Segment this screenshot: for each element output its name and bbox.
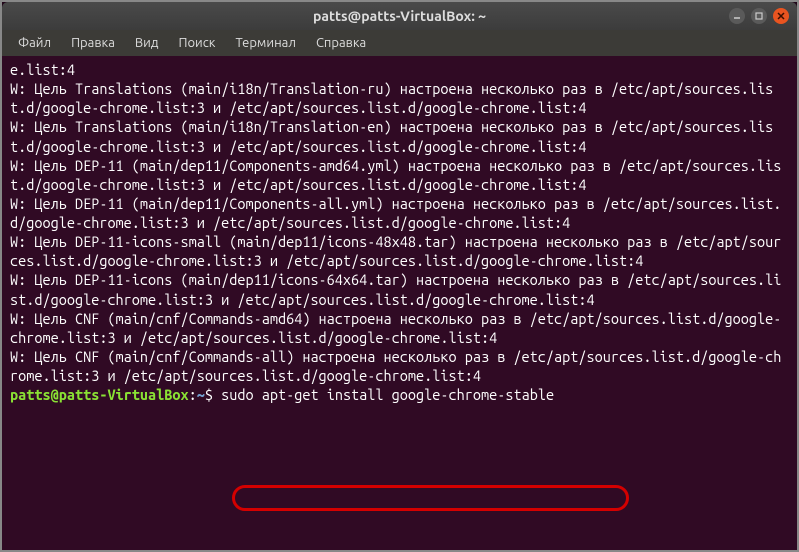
maximize-button[interactable] <box>751 8 767 24</box>
prompt-line: patts@patts-VirtualBox:~$ sudo apt-get i… <box>10 386 554 403</box>
prompt-user: patts@patts-VirtualBox <box>10 386 189 403</box>
menu-help[interactable]: Справка <box>308 33 374 53</box>
command-input: sudo apt-get install google-chrome-stabl… <box>221 386 554 403</box>
prompt-path: ~ <box>197 386 205 403</box>
minimize-button[interactable] <box>729 8 745 24</box>
menubar: Файл Правка Вид Поиск Терминал Справка <box>2 30 797 56</box>
window-title: patts@patts-VirtualBox: ~ <box>2 8 797 24</box>
titlebar: patts@patts-VirtualBox: ~ <box>2 2 797 30</box>
terminal-content[interactable]: e.list:4 W: Цель Translations (main/i18n… <box>2 56 797 550</box>
menu-search[interactable]: Поиск <box>170 33 223 53</box>
prompt-colon: : <box>189 386 197 403</box>
menu-terminal[interactable]: Терминал <box>227 33 303 53</box>
prompt-symbol: $ <box>205 386 213 403</box>
terminal-output: e.list:4 W: Цель Translations (main/i18n… <box>10 61 781 384</box>
menu-edit[interactable]: Правка <box>63 33 123 53</box>
close-button[interactable] <box>773 8 789 24</box>
menu-file[interactable]: Файл <box>10 33 59 53</box>
menu-view[interactable]: Вид <box>127 33 167 53</box>
terminal-window: patts@patts-VirtualBox: ~ Файл Правка Ви… <box>0 0 799 552</box>
window-controls <box>729 8 789 24</box>
terminal-bottom-pad <box>4 536 795 548</box>
